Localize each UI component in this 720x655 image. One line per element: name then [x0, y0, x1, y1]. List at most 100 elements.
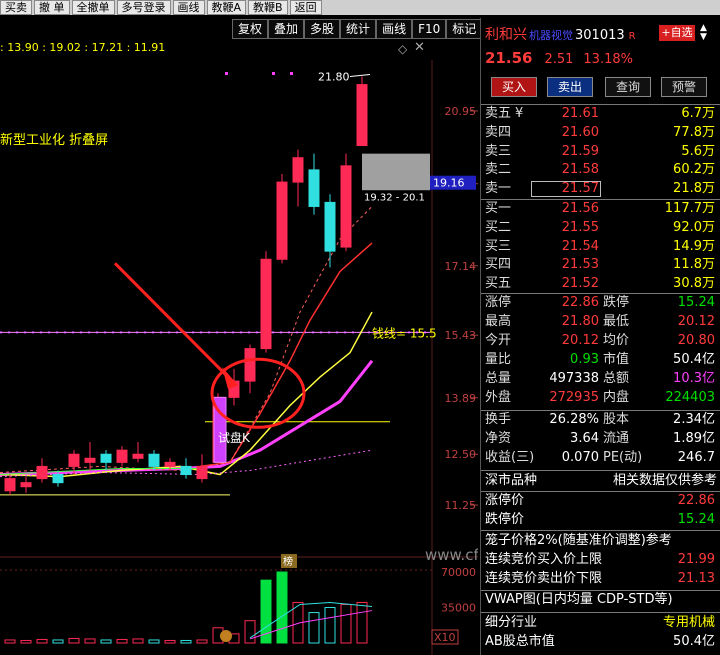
top-menu-item[interactable]: 画线 — [172, 0, 205, 15]
kline-chart[interactable]: 20.95 19.16 17.14 15.43 13.89 12.50 11.25 钱线= 1… — [0, 60, 478, 655]
candle-body[interactable] — [4, 478, 16, 492]
stat-value: 50.4亿 — [673, 352, 715, 367]
candle-body[interactable] — [356, 84, 368, 147]
bid-row[interactable]: 买一 21.56 117.7万 — [485, 200, 717, 219]
top-menu-item[interactable]: 多号登录 — [116, 0, 171, 15]
volume-bar — [68, 637, 80, 644]
candle-body[interactable] — [308, 169, 320, 207]
rank-badge-text: 榜 — [283, 555, 293, 568]
stat-value: 22.86 — [561, 295, 599, 310]
toolbar-item[interactable]: 多股 — [304, 19, 341, 39]
divider — [481, 530, 720, 531]
alert-button[interactable]: 预警 — [661, 77, 707, 97]
candle-body[interactable] — [116, 449, 128, 463]
range-label: 19.32 - 20.1 — [364, 192, 425, 203]
candle-body[interactable] — [84, 457, 96, 463]
candle-body[interactable] — [100, 453, 112, 463]
ask-qty: 77.8万 — [673, 124, 715, 140]
candle-body[interactable] — [244, 348, 256, 382]
top-menu-item[interactable]: 返回 — [289, 0, 322, 15]
candle-body[interactable] — [20, 482, 32, 488]
bid-price: 21.54 — [561, 238, 599, 254]
top-menu-item[interactable]: 全撤单 — [71, 0, 115, 15]
ask-level-label: 卖三 — [485, 143, 512, 159]
candle-body[interactable] — [164, 461, 176, 467]
last-price: 21.56 — [485, 49, 533, 67]
candle-body[interactable] — [292, 157, 304, 183]
stat-value: 1.89亿 — [673, 431, 715, 446]
toolbar-item[interactable]: 画线 — [376, 19, 413, 39]
candle-body[interactable] — [340, 165, 352, 248]
signal-dot — [225, 72, 228, 75]
candle-body[interactable] — [196, 465, 208, 480]
signal-dot — [272, 72, 275, 75]
ask-row[interactable]: 卖一 21.57 21.8万 — [485, 180, 717, 199]
stat-label: 均价 — [603, 333, 630, 348]
ask-price: 21.58 — [561, 162, 599, 178]
stat-row: 涨停 22.86 跌停 15.24 — [485, 294, 717, 313]
diamond-icon[interactable]: ◇ — [398, 42, 407, 56]
candle-body[interactable] — [52, 474, 64, 484]
volume-axis-label: 70000 — [441, 566, 476, 579]
toolbar-item[interactable]: F10 — [412, 19, 447, 39]
top-menu-item[interactable]: 买卖 — [0, 0, 32, 15]
vwap-row[interactable]: VWAP图(日内均量 CDP-STD等) — [485, 591, 717, 610]
volume-bar — [196, 639, 208, 644]
ma-values-row: : 13.90 : 19.02 : 17.21 : 11.91 — [0, 41, 165, 54]
bid-row[interactable]: 买五 21.52 30.8万 — [485, 275, 717, 294]
volume-bar — [36, 638, 48, 644]
stock-code: 301013 — [575, 28, 625, 43]
close-icon[interactable]: ✕ — [414, 40, 425, 55]
query-button[interactable]: 查询 — [605, 77, 651, 97]
ma-value-1: : 13.90 — [0, 41, 39, 54]
candle-body[interactable] — [36, 465, 48, 480]
bid-level-label: 买二 — [485, 219, 512, 235]
ask-row[interactable]: 卖五 ¥21.61 6.7万 — [485, 105, 717, 124]
ask-row[interactable]: 卖四 21.60 77.8万 — [485, 124, 717, 143]
candle-body[interactable] — [276, 181, 288, 260]
top-menu-item[interactable]: 教鞭B — [248, 0, 288, 15]
stat-label: PE(动) — [603, 450, 643, 465]
ask-row[interactable]: 卖二 21.58 60.2万 — [485, 161, 717, 180]
ask-floor-label: 连续竞价卖出价下限 — [485, 571, 603, 586]
price-axis-label: 12.50 — [445, 448, 477, 461]
candle-body[interactable] — [260, 258, 272, 350]
candle-body[interactable] — [148, 453, 160, 467]
stats-table: 涨停 22.86 跌停 15.24 最高 21.80 最低 20.12 今开 20.12 均价 20.… — [485, 294, 717, 408]
stat-row: 量比 0.93 市值 50.4亿 — [485, 351, 717, 370]
scroll-arrows-icon[interactable]: ▲ ▼ — [700, 24, 707, 42]
stat-row: 外盘 272935 内盘 224403 — [485, 389, 717, 408]
ab-cap-row: AB股总市值 50.4亿 — [485, 633, 717, 652]
bid-row[interactable]: 买三 21.54 14.9万 — [485, 238, 717, 257]
bid-cap-label: 连续竞价买入价上限 — [485, 552, 603, 567]
candle-body[interactable] — [132, 453, 144, 459]
top-menu-item[interactable]: 教鞭A — [206, 0, 247, 15]
toolbar-item[interactable]: 叠加 — [268, 19, 305, 39]
toolbar-item[interactable]: 标记 — [446, 19, 483, 39]
toolbar-item[interactable]: 统计 — [340, 19, 377, 39]
bid-row[interactable]: 买二 21.55 92.0万 — [485, 219, 717, 238]
bid-level-label: 买四 — [485, 257, 512, 273]
limit-up-label: 涨停价 — [485, 493, 525, 508]
ask-level-label: 卖四 — [485, 124, 512, 140]
toolbar-item[interactable]: 复权 — [232, 19, 269, 39]
ab-cap-label: AB股总市值 — [485, 634, 555, 649]
money-bag-icon — [220, 630, 232, 642]
candle-body[interactable] — [68, 453, 80, 467]
bid-row[interactable]: 买四 21.53 11.8万 — [485, 256, 717, 275]
ask-level-label: 卖二 — [485, 162, 512, 178]
ask-row[interactable]: 卖三 21.59 5.6万 — [485, 143, 717, 162]
vwap-label: VWAP图(日内均量 CDP-STD等) — [485, 592, 673, 607]
add-watchlist-button[interactable]: +自选 — [659, 25, 695, 41]
limit-down-value: 15.24 — [677, 512, 715, 527]
top-menu-item[interactable]: 撤 单 — [34, 0, 70, 15]
buy-button[interactable]: 买入 — [491, 77, 537, 97]
ma-line-dashed — [0, 206, 373, 474]
high-pointer — [349, 73, 371, 77]
stat-label: 流通 — [603, 431, 630, 446]
sell-button[interactable]: 卖出 — [547, 77, 593, 97]
ask-qty: 21.8万 — [673, 181, 715, 197]
stat-label: 市值 — [603, 352, 630, 367]
candle-body[interactable] — [324, 201, 336, 252]
candle-body[interactable] — [180, 465, 192, 476]
